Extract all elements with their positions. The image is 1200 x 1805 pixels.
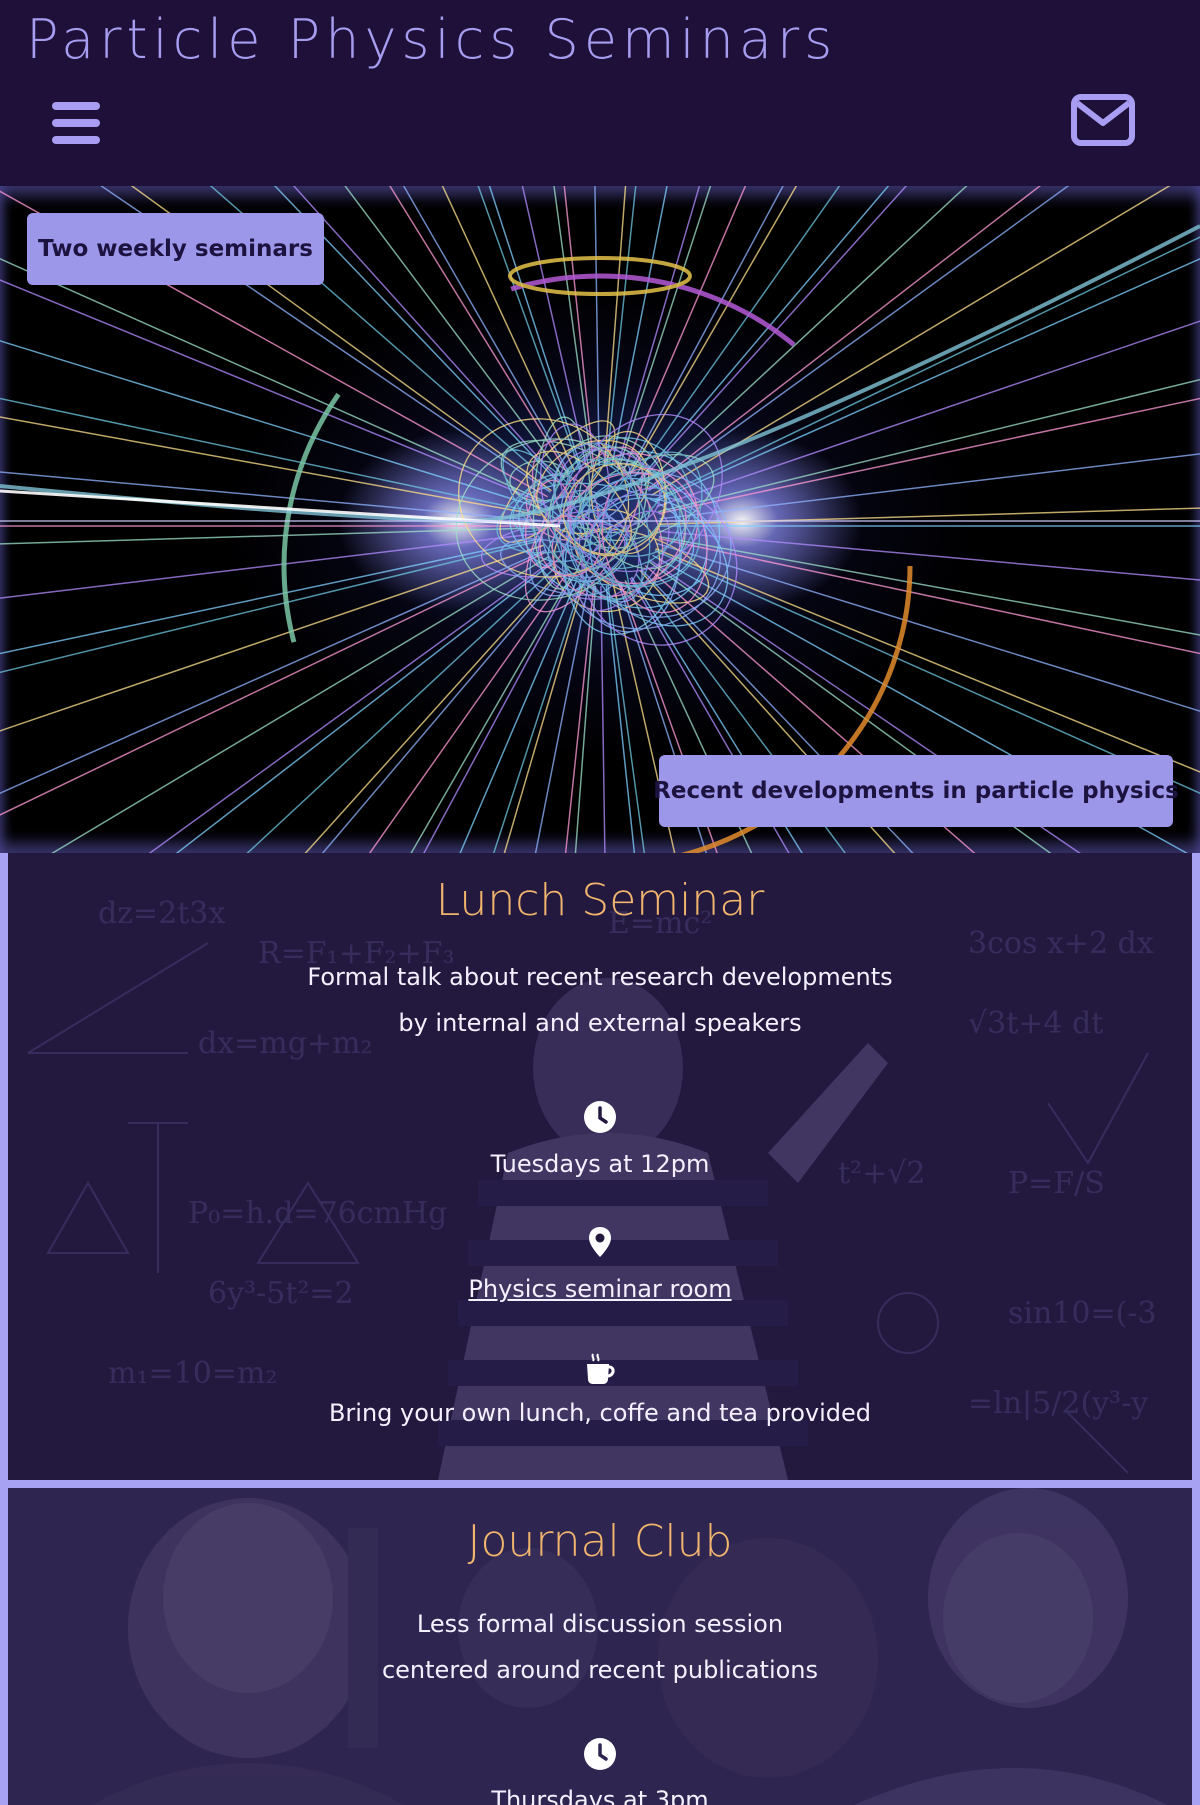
clock-icon [584,1738,616,1770]
journal-time: Thursdays at 3pm [491,1786,709,1805]
lunch-description-line-2: by internal and external speakers [398,1009,802,1037]
lunch-description-line-1: Formal talk about recent research develo… [307,963,893,991]
tagline-badge: Recent developments in particle physics [653,755,1179,827]
lunch-food-note: Bring your own lunch, coffe and tea prov… [328,1399,872,1427]
journal-description-line-1: Less formal discussion session [416,1610,784,1638]
svg-text:m₁=10=m₂: m₁=10=m₂ [108,1356,277,1391]
journal-club-title: Journal Club [467,1516,733,1567]
site-title: Particle Physics Seminars [26,8,838,71]
coffee-cup-icon [587,1353,615,1384]
lunch-location-link[interactable]: Physics seminar room [8,1275,1192,1303]
clock-icon [584,1101,616,1133]
lunch-time: Tuesdays at 12pm [490,1150,710,1178]
hamburger-menu-icon[interactable] [52,100,102,146]
seminar-count-badge: Two weekly seminars [27,213,324,285]
svg-text:3cos x+2 dx: 3cos x+2 dx [968,926,1154,961]
particle-collision-image [0,186,1200,853]
journal-description-line-2: centered around recent publications [381,1656,819,1684]
hero-banner: Two weekly seminars Recent developments … [0,186,1200,853]
svg-text:P₀=h.d=76cmHg: P₀=h.d=76cmHg [188,1196,447,1231]
site-header: Particle Physics Seminars [0,0,1200,186]
map-pin-icon [589,1227,611,1257]
journal-club-section: Journal Club Less formal discussion sess… [8,1488,1192,1805]
lunch-seminar-section: dz=2t3x R=F₁+F₂+F₃ dx=mg+m₂ 3cos x+2 dx … [8,853,1192,1480]
lunch-seminar-title: Lunch Seminar [435,875,765,926]
envelope-icon[interactable] [1071,94,1135,146]
